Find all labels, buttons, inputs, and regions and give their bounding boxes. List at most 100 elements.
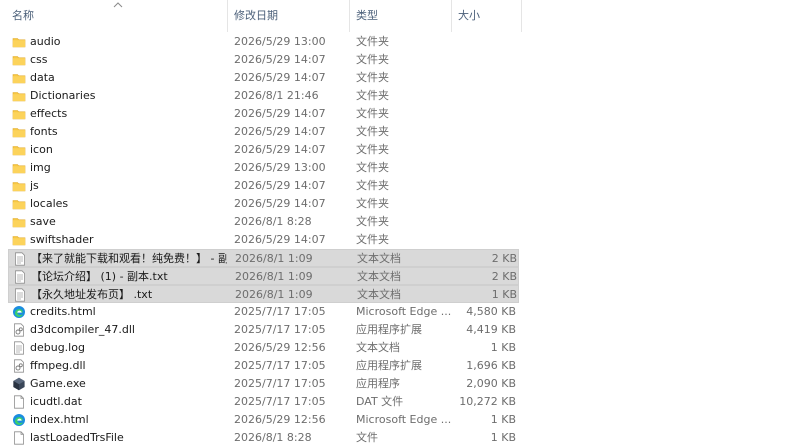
file-size: 4,580 KB — [466, 305, 516, 318]
folder-row[interactable]: effects 2026/5/29 14:07 文件夹 — [8, 105, 519, 123]
column-header-type[interactable]: 类型 — [350, 0, 452, 32]
file-type: 文件夹 — [356, 107, 389, 120]
file-date: 2026/8/1 1:09 — [235, 288, 313, 301]
file-name: css — [30, 53, 48, 66]
file-size: 2,090 KB — [466, 377, 516, 390]
file-size: 2 KB — [491, 270, 517, 283]
column-header-name-label: 名称 — [12, 9, 34, 22]
folder-row[interactable]: icon 2026/5/29 14:07 文件夹 — [8, 141, 519, 159]
file-size — [448, 51, 516, 69]
file-type: 文件夹 — [356, 215, 389, 228]
column-header: 名称 修改日期 类型 大小 — [0, 0, 800, 32]
folder-row[interactable]: fonts 2026/5/29 14:07 文件夹 — [8, 123, 519, 141]
file-size: 1 KB — [490, 413, 516, 426]
folder-icon — [12, 89, 26, 103]
folder-row[interactable]: js 2026/5/29 14:07 文件夹 — [8, 177, 519, 195]
file-size — [448, 231, 516, 249]
file-name: js — [30, 179, 39, 192]
file-date: 2026/5/29 13:00 — [234, 35, 326, 48]
file-type: 应用程序 — [356, 377, 400, 390]
file-type: Microsoft Edge ... — [356, 305, 452, 318]
file-type: 应用程序扩展 — [356, 323, 422, 336]
file-type: 文件夹 — [356, 197, 389, 210]
file-name: effects — [30, 107, 68, 120]
file-size — [448, 141, 516, 159]
file-date: 2026/8/1 8:28 — [234, 431, 312, 444]
file-name: 【来了就能下载和观看！纯免费！】 - 副... — [31, 252, 227, 265]
file-date: 2026/8/1 1:09 — [235, 270, 313, 283]
folder-icon — [12, 161, 26, 175]
file-name: lastLoadedTrsFile — [30, 431, 124, 444]
file-type: DAT 文件 — [356, 395, 404, 408]
file-type: 文件夹 — [356, 143, 389, 156]
folder-row[interactable]: audio 2026/5/29 13:00 文件夹 — [8, 33, 519, 51]
file-type: 文本文档 — [356, 341, 400, 354]
text-file-icon — [13, 288, 27, 302]
file-name: 【论坛介绍】 (1) - 副本.txt — [31, 270, 168, 283]
sort-ascending-icon — [113, 2, 123, 8]
file-row[interactable]: icudtl.dat 2025/7/17 17:05 DAT 文件 10,272 KB — [8, 393, 519, 411]
file-row[interactable]: 【永久地址发布页】 .txt 2026/8/1 1:09 文本文档 1 KB — [8, 285, 519, 303]
generic-file-icon — [12, 395, 26, 409]
file-size — [448, 69, 516, 87]
folder-icon — [12, 143, 26, 157]
file-type: 应用程序扩展 — [356, 359, 422, 372]
file-row[interactable]: lastLoadedTrsFile 2026/8/1 8:28 文件 1 KB — [8, 429, 519, 447]
file-row[interactable]: 【来了就能下载和观看！纯免费！】 - 副... 2026/8/1 1:09 文本文档… — [8, 249, 519, 267]
file-size — [448, 177, 516, 195]
file-name: swiftshader — [30, 233, 94, 246]
file-date: 2026/5/29 12:56 — [234, 341, 326, 354]
file-date: 2026/5/29 14:07 — [234, 143, 326, 156]
folder-row[interactable]: swiftshader 2026/5/29 14:07 文件夹 — [8, 231, 519, 249]
folder-row[interactable]: Dictionaries 2026/8/1 21:46 文件夹 — [8, 87, 519, 105]
file-type: 文件 — [356, 431, 378, 444]
file-type: Microsoft Edge ... — [356, 413, 452, 426]
folder-icon — [12, 71, 26, 85]
file-date: 2026/5/29 12:56 — [234, 413, 326, 426]
file-name: locales — [30, 197, 69, 210]
file-type: 文件夹 — [356, 89, 389, 102]
column-header-date[interactable]: 修改日期 — [228, 0, 350, 32]
file-size: 1 KB — [491, 288, 517, 301]
file-type: 文本文档 — [357, 270, 401, 283]
file-size — [448, 123, 516, 141]
file-date: 2026/8/1 21:46 — [234, 89, 319, 102]
folder-icon — [12, 233, 26, 247]
text-file-icon — [13, 252, 27, 266]
folder-row[interactable]: img 2026/5/29 13:00 文件夹 — [8, 159, 519, 177]
file-row[interactable]: 【论坛介绍】 (1) - 副本.txt 2026/8/1 1:09 文本文档 2 KB — [8, 267, 519, 285]
file-size — [448, 105, 516, 123]
file-name: Dictionaries — [30, 89, 96, 102]
column-header-size-label: 大小 — [458, 9, 480, 22]
file-size — [448, 87, 516, 105]
folder-row[interactable]: save 2026/8/1 8:28 文件夹 — [8, 213, 519, 231]
file-name: audio — [30, 35, 61, 48]
file-name: Game.exe — [30, 377, 86, 390]
folder-row[interactable]: locales 2026/5/29 14:07 文件夹 — [8, 195, 519, 213]
file-name: fonts — [30, 125, 58, 138]
file-size: 10,272 KB — [459, 395, 516, 408]
file-row[interactable]: debug.log 2026/5/29 12:56 文本文档 1 KB — [8, 339, 519, 357]
file-row[interactable]: ffmpeg.dll 2025/7/17 17:05 应用程序扩展 1,696 KB — [8, 357, 519, 375]
folder-icon — [12, 197, 26, 211]
file-date: 2026/5/29 14:07 — [234, 233, 326, 246]
file-row[interactable]: index.html 2026/5/29 12:56 Microsoft Edge … — [8, 411, 519, 429]
file-type: 文本文档 — [357, 252, 401, 265]
file-size — [448, 213, 516, 231]
folder-row[interactable]: data 2026/5/29 14:07 文件夹 — [8, 69, 519, 87]
file-type: 文件夹 — [356, 233, 389, 246]
file-size: 1 KB — [490, 431, 516, 444]
folder-icon — [12, 107, 26, 121]
file-row[interactable]: Game.exe 2025/7/17 17:05 应用程序 2,090 KB — [8, 375, 519, 393]
file-name: save — [30, 215, 56, 228]
folder-icon — [12, 125, 26, 139]
folder-icon — [12, 179, 26, 193]
file-row[interactable]: d3dcompiler_47.dll 2025/7/17 17:05 应用程序扩展 4… — [8, 321, 519, 339]
folder-row[interactable]: css 2026/5/29 14:07 文件夹 — [8, 51, 519, 69]
file-type: 文件夹 — [356, 179, 389, 192]
column-header-size[interactable]: 大小 — [452, 0, 522, 32]
file-size: 4,419 KB — [466, 323, 516, 336]
file-row[interactable]: credits.html 2025/7/17 17:05 Microsoft Edg… — [8, 303, 519, 321]
folder-icon — [12, 53, 26, 67]
folder-icon — [12, 215, 26, 229]
